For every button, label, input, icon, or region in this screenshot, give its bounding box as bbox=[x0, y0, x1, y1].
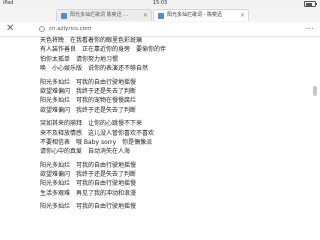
lyric-line: 天色将晚 在我看着你的眼里色彩斑斓 bbox=[40, 37, 143, 44]
tab-2[interactable]: 阳光多灿烂歌词 - 陈奕迅 ✕ bbox=[153, 9, 249, 21]
tab-1-label: 阳光多灿烂歌词 陈奕迅 … bbox=[70, 12, 129, 18]
address-bar: ✕ cn.azlyrics.com ··· bbox=[0, 22, 320, 37]
lyric-line: 突如其来的崩拜 让你的心跳慢不下来 bbox=[40, 120, 143, 128]
url-field[interactable]: cn.azlyrics.com bbox=[49, 22, 91, 36]
lyric-line: 阳光多灿烂 可我的自由行驶地摇慢 bbox=[40, 180, 137, 188]
status-bar: iPad 15:03 bbox=[0, 0, 320, 7]
lyrics-content: 天色将晚 在我看着你的眼里色彩斑斓有人装作善良 正在靠近你的身旁 要偷你的伴 怕你… bbox=[40, 36, 280, 212]
lyric-line: 来不及释放情感 这儿没人管你喜欢不喜欢 bbox=[40, 129, 155, 137]
lyric-line: 阳光多灿烂 可我的自由行驶地摇慢 bbox=[40, 78, 137, 86]
lyric-line: 阳光多灿烂 可我的自由行驶地摇慢 bbox=[40, 203, 137, 211]
lyric-line: 不要相信表 哦 Baby sorry 你是偶像派 bbox=[40, 138, 153, 146]
tab-1[interactable]: 阳光多灿烂歌词 陈奕迅 … ✕ bbox=[56, 9, 152, 21]
lyric-line: 欲望难偏闪 我终于还是失去了判断 bbox=[40, 171, 137, 179]
lyric-line: 阳光多灿烂 可我的自由行驶地摇慢 bbox=[40, 161, 137, 169]
lyric-line: 阳光多灿烂 可我的宠物在慢慢腐烂 bbox=[40, 97, 137, 105]
lyric-line: 怕你太孤单 请你努力地习惯 bbox=[40, 55, 119, 63]
lyric-line: 唤 小心娱乐版 说你的表演还不够自然 bbox=[40, 65, 149, 73]
scrollbar[interactable] bbox=[312, 46, 318, 236]
tab-2-label: 阳光多灿烂歌词 - 陈奕迅 bbox=[167, 12, 222, 18]
tab-bar: 阳光多灿烂歌词 陈奕迅 … ✕ 阳光多灿烂歌词 - 陈奕迅 ✕ bbox=[0, 7, 320, 23]
battery-fill bbox=[305, 2, 312, 6]
lyric-line: 欲望难偏闪 我终于还是失去了判断 bbox=[40, 87, 137, 95]
lyric-line: 有人装作善良 正在靠近你的身旁 要偷你的伴 bbox=[40, 46, 167, 54]
tab-2-close-icon[interactable]: ✕ bbox=[240, 10, 245, 21]
favicon-icon bbox=[61, 13, 67, 19]
lyric-line: 请你心中的真爱 自动消失在人海 bbox=[40, 148, 131, 156]
clock: 15:03 bbox=[152, 0, 168, 6]
globe-icon bbox=[39, 26, 45, 32]
lyric-line: 生活多艰难 再见了我的冲动和浪漫 bbox=[40, 189, 137, 197]
close-icon[interactable]: ✕ bbox=[6, 23, 14, 35]
tab-1-close-icon[interactable]: ✕ bbox=[143, 10, 148, 21]
scrollbar-thumb[interactable] bbox=[313, 86, 317, 96]
more-icon[interactable]: ··· bbox=[306, 22, 314, 36]
lyric-line: 欲望难偏闪 我终于还是失去了判断 bbox=[40, 106, 137, 114]
favicon-icon bbox=[158, 13, 164, 19]
